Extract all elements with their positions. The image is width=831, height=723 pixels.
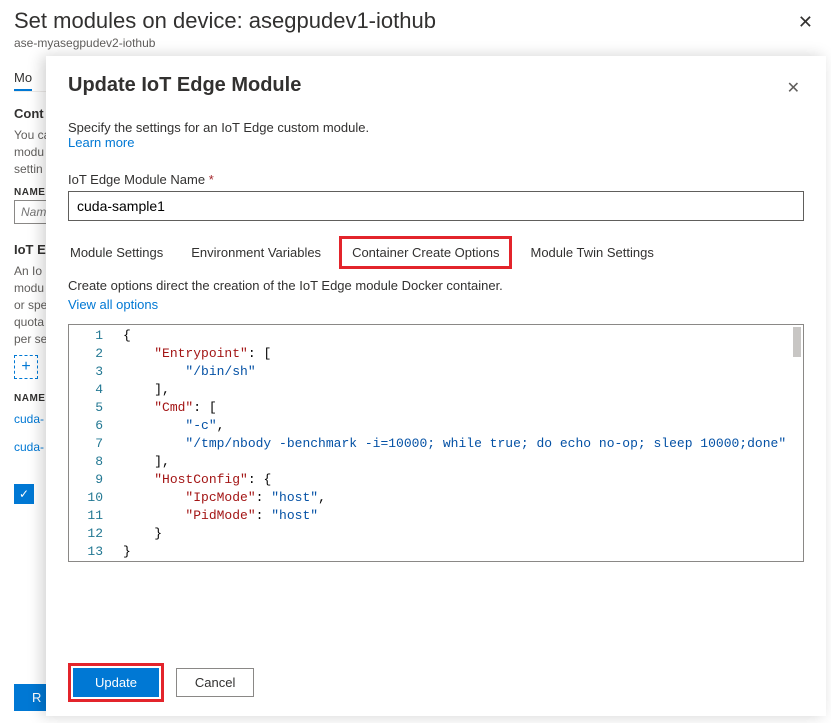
code-line: "/bin/sh" [123, 363, 795, 381]
line-number: 5 [69, 399, 115, 417]
line-number: 10 [69, 489, 115, 507]
code-line: } [123, 543, 795, 561]
module-name-input[interactable] [68, 191, 804, 221]
update-button[interactable]: Update [73, 668, 159, 697]
line-number: 6 [69, 417, 115, 435]
code-line: "/tmp/nbody -benchmark -i=10000; while t… [123, 435, 795, 453]
view-all-options-link[interactable]: View all options [68, 297, 158, 312]
plus-icon: + [14, 355, 38, 379]
code-line: "Entrypoint": [ [123, 345, 795, 363]
tab-module-settings[interactable]: Module Settings [68, 241, 165, 264]
page-title: Set modules on device: asegpudev1-iothub [14, 8, 817, 34]
close-icon[interactable]: ✕ [783, 74, 804, 102]
tab-environment-variables[interactable]: Environment Variables [189, 241, 323, 264]
field-label-text: IoT Edge Module Name [68, 172, 205, 187]
code-line: "HostConfig": { [123, 471, 795, 489]
code-line: ], [123, 381, 795, 399]
check-icon: ✓ [14, 484, 34, 504]
close-icon[interactable]: ✕ [798, 12, 813, 33]
tab-module-twin-settings[interactable]: Module Twin Settings [528, 241, 655, 264]
line-number: 1 [69, 327, 115, 345]
code-content[interactable]: { "Entrypoint": [ "/bin/sh" ], "Cmd": [ … [69, 325, 803, 562]
line-number: 8 [69, 453, 115, 471]
create-options-editor[interactable]: 12345678910111213 { "Entrypoint": [ "/bi… [68, 324, 804, 562]
code-line: "PidMode": "host" [123, 507, 795, 525]
panel-footer: Update Cancel [68, 649, 804, 702]
tab-container-create-options[interactable]: Container Create Options [350, 241, 501, 264]
panel-description: Specify the settings for an IoT Edge cus… [68, 120, 804, 135]
line-number: 12 [69, 525, 115, 543]
scrollbar-thumb[interactable] [793, 327, 801, 357]
tab-description: Create options direct the creation of th… [68, 278, 804, 293]
highlight-annotation: Update [68, 663, 164, 702]
module-name-label: IoT Edge Module Name * [68, 172, 804, 187]
line-number: 11 [69, 507, 115, 525]
line-number: 3 [69, 363, 115, 381]
tab-modules[interactable]: Mo [14, 66, 32, 91]
required-indicator: * [209, 172, 214, 187]
learn-more-link[interactable]: Learn more [68, 135, 134, 150]
line-number: 13 [69, 543, 115, 561]
update-module-panel: Update IoT Edge Module ✕ Specify the set… [46, 56, 826, 716]
line-gutter: 12345678910111213 [69, 325, 115, 562]
code-line: { [123, 327, 795, 345]
line-number: 4 [69, 381, 115, 399]
line-number: 9 [69, 471, 115, 489]
code-line: "Cmd": [ [123, 399, 795, 417]
highlight-annotation: Container Create Options [339, 236, 512, 269]
code-line: ], [123, 453, 795, 471]
line-number: 7 [69, 435, 115, 453]
line-number: 2 [69, 345, 115, 363]
code-line: } [123, 525, 795, 543]
code-line: "IpcMode": "host", [123, 489, 795, 507]
page-subtitle: ase-myasegpudev2-iothub [14, 36, 817, 50]
panel-title: Update IoT Edge Module [68, 74, 301, 97]
module-tabs: Module Settings Environment Variables Co… [68, 241, 804, 264]
cancel-button[interactable]: Cancel [176, 668, 254, 697]
code-line: "-c", [123, 417, 795, 435]
